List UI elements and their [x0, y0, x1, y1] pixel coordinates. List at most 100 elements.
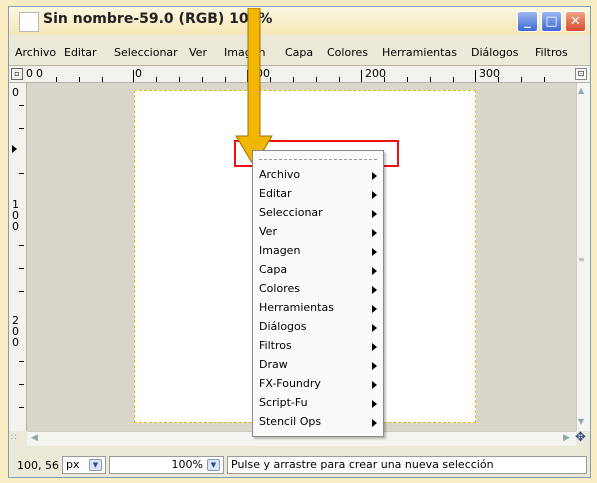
ruler-tick: [544, 77, 545, 82]
ruler-tick: [19, 291, 24, 292]
menu-seleccionar[interactable]: Seleccionar: [114, 46, 178, 59]
submenu-arrow-icon: [372, 172, 377, 180]
ruler-tick: [19, 407, 24, 408]
submenu-arrow-icon: [372, 400, 377, 408]
submenu-arrow-icon: [372, 324, 377, 332]
menu-archivo[interactable]: Archivo: [15, 46, 56, 59]
scroll-right-icon[interactable]: ▶: [563, 433, 570, 443]
submenu-arrow-icon: [372, 305, 377, 313]
ruler-tick: [202, 77, 203, 82]
ruler-tick: [179, 77, 180, 82]
ruler-tick: [407, 77, 408, 82]
maximize-icon: □: [545, 14, 558, 29]
menu-item-draw[interactable]: Draw: [254, 356, 382, 375]
menu-item-herramientas[interactable]: Herramientas: [254, 299, 382, 318]
context-menu: Archivo Editar Seleccionar Ver Imagen Ca…: [252, 150, 384, 437]
zoom-select[interactable]: 100% ▼: [109, 456, 224, 474]
ruler-tick: [521, 77, 522, 82]
ruler-tick: [498, 77, 499, 82]
menu-item-archivo[interactable]: Archivo: [254, 166, 382, 185]
ruler-tick: [225, 77, 226, 82]
ruler-label: 200: [365, 67, 386, 80]
ruler-baseline: [26, 79, 574, 80]
ruler-label: 300: [479, 67, 500, 80]
pointer-coords: 100, 56: [17, 459, 59, 472]
tearoff-line[interactable]: [259, 159, 377, 160]
unit-value: px: [66, 458, 80, 471]
menu-item-fx-foundry[interactable]: FX-Foundry: [254, 375, 382, 394]
ruler-tick: [19, 361, 24, 362]
menu-item-dialogos[interactable]: Diálogos: [254, 318, 382, 337]
app-icon: [19, 12, 39, 32]
submenu-arrow-icon: [372, 248, 377, 256]
menu-item-colores[interactable]: Colores: [254, 280, 382, 299]
ruler-tick: [361, 70, 362, 82]
menu-bar: Archivo Editar Seleccionar Ver Imagen Ca…: [9, 44, 590, 62]
menu-capa[interactable]: Capa: [285, 46, 313, 59]
ruler-tick: [19, 245, 24, 246]
ruler-tick: [79, 77, 80, 82]
submenu-arrow-icon: [372, 362, 377, 370]
ruler-tick: [19, 384, 24, 385]
menu-herramientas[interactable]: Herramientas: [382, 46, 457, 59]
submenu-arrow-icon: [372, 229, 377, 237]
unit-select[interactable]: px ▼: [62, 456, 106, 474]
ruler-label: 0: [12, 220, 19, 233]
submenu-arrow-icon: [372, 191, 377, 199]
menu-item-imagen[interactable]: Imagen: [254, 242, 382, 261]
menu-item-filtros[interactable]: Filtros: [254, 337, 382, 356]
menu-item-capa[interactable]: Capa: [254, 261, 382, 280]
resize-grip-icon: ∷: [11, 433, 17, 443]
scroll-up-icon[interactable]: ▲: [578, 86, 584, 95]
status-bar: 100, 56 px ▼ 100% ▼ Pulse y arrastre par…: [9, 453, 590, 477]
ruler-tick: [453, 77, 454, 82]
ruler-tick: [102, 77, 103, 82]
menu-item-editar[interactable]: Editar: [254, 185, 382, 204]
scroll-down-icon[interactable]: ▼: [578, 417, 584, 426]
zoom-value: 100%: [171, 458, 203, 471]
ruler-tick: [293, 77, 294, 82]
ruler-label: 0: [135, 67, 142, 80]
scroll-grip-icon[interactable]: ≡: [578, 255, 585, 264]
submenu-arrow-icon: [372, 381, 377, 389]
menu-dialogos[interactable]: Diálogos: [471, 46, 519, 59]
scroll-left-icon[interactable]: ◀: [31, 433, 38, 443]
top-ruler[interactable]: ▫ 0 0 0 100 200 300 ⊡: [9, 65, 590, 83]
title-bar[interactable]: Sin nombre-59.0 (RGB) 100% _ □ ✕: [9, 7, 590, 35]
left-ruler[interactable]: 0 1 0 0 2 0 0: [9, 83, 27, 431]
ruler-tick: [19, 268, 24, 269]
menu-item-script-fu[interactable]: Script-Fu: [254, 394, 382, 413]
menu-filtros[interactable]: Filtros: [535, 46, 568, 59]
menu-item-seleccionar[interactable]: Seleccionar: [254, 204, 382, 223]
ruler-tick: [475, 70, 476, 82]
zoom-fit-icon[interactable]: ⊡: [575, 68, 587, 80]
ruler-tick: [430, 77, 431, 82]
chevron-down-icon[interactable]: ▼: [207, 459, 220, 471]
annotation-arrow: [235, 8, 273, 166]
ruler-label: 0: [12, 336, 19, 349]
menu-ver[interactable]: Ver: [189, 46, 207, 59]
menu-editar[interactable]: Editar: [64, 46, 97, 59]
ruler-tick: [56, 77, 57, 82]
quick-mask-icon[interactable]: ▫: [11, 68, 23, 80]
close-button[interactable]: ✕: [565, 11, 586, 32]
submenu-arrow-icon: [372, 343, 377, 351]
ruler-label: 0: [36, 67, 43, 80]
ruler-tick: [384, 77, 385, 82]
pointer-marker: [12, 145, 17, 153]
ruler-label: 0: [12, 86, 19, 99]
minimize-button[interactable]: _: [517, 11, 538, 32]
menu-item-stencil-ops[interactable]: Stencil Ops: [254, 413, 382, 432]
submenu-arrow-icon: [372, 210, 377, 218]
menu-colores[interactable]: Colores: [327, 46, 368, 59]
status-message: Pulse y arrastre para crear una nueva se…: [227, 456, 587, 474]
submenu-arrow-icon: [372, 267, 377, 275]
ruler-label: 0: [26, 67, 33, 80]
ruler-tick: [339, 77, 340, 82]
vertical-scrollbar[interactable]: ▲ ≡ ▼: [576, 83, 590, 431]
chevron-down-icon[interactable]: ▼: [89, 459, 102, 471]
navigate-icon[interactable]: ✥: [575, 430, 586, 445]
maximize-button[interactable]: □: [541, 11, 562, 32]
menu-item-ver[interactable]: Ver: [254, 223, 382, 242]
ruler-tick: [316, 77, 317, 82]
